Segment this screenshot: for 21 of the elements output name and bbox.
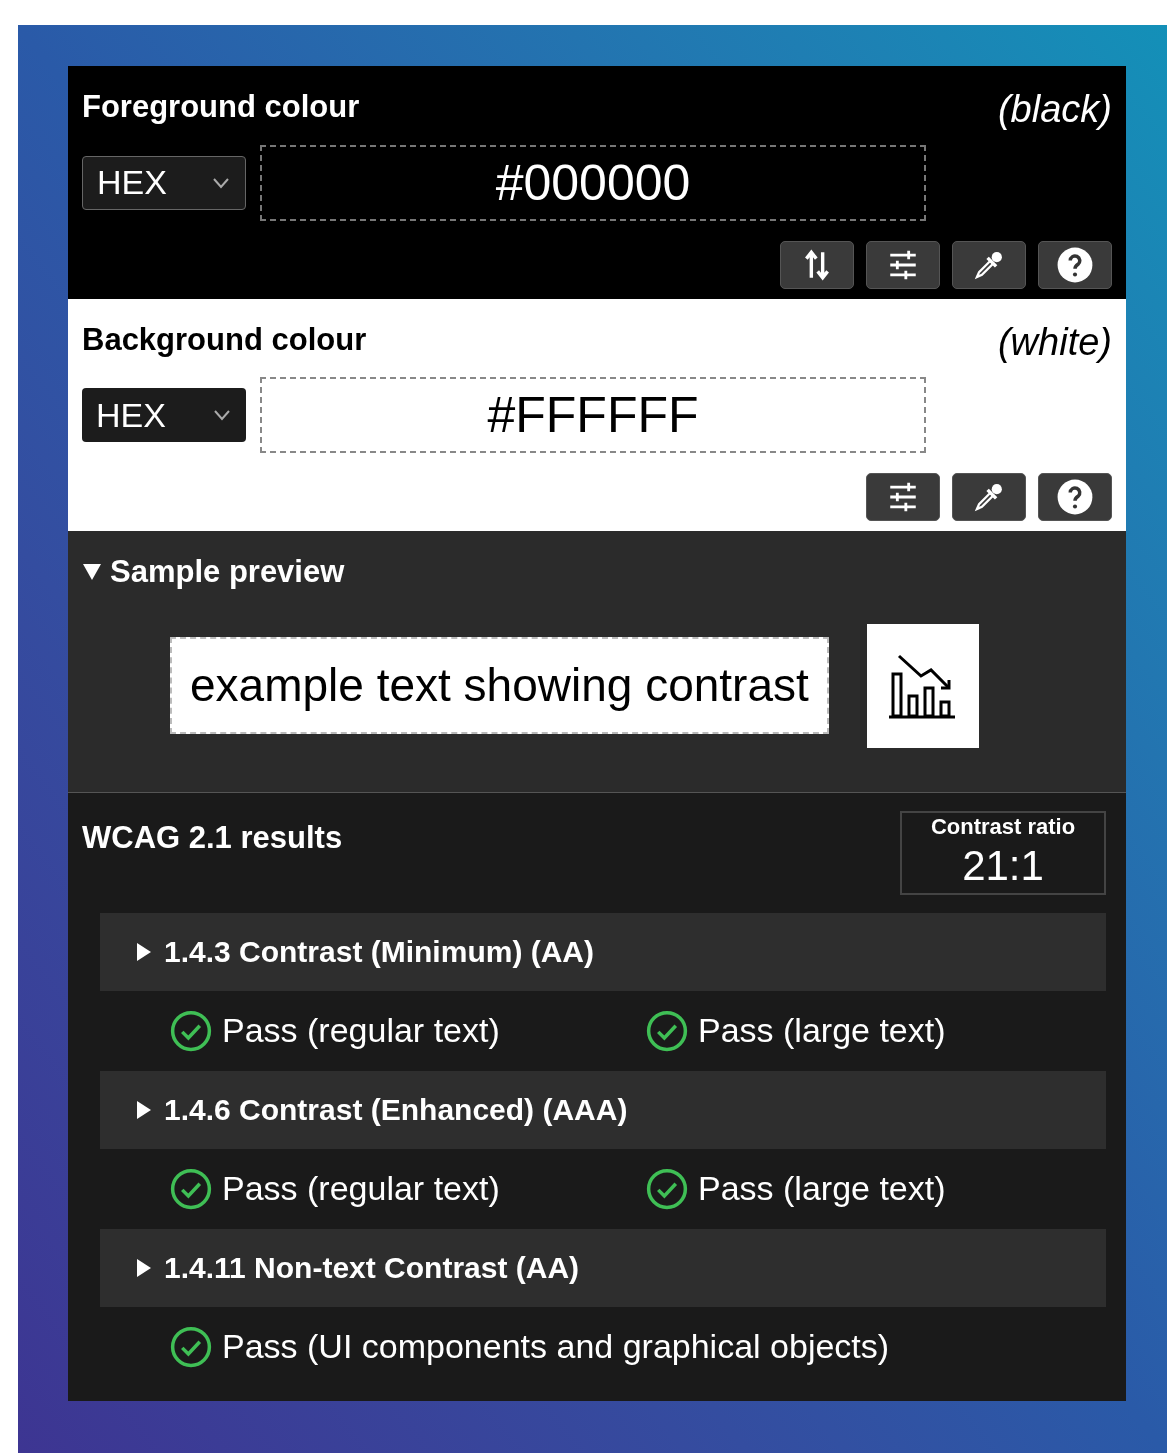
- section-title: WCAG 2.1 results: [82, 818, 343, 857]
- colour-value-field[interactable]: #000000: [260, 144, 926, 221]
- colour-name: (black): [997, 90, 1112, 128]
- format-select[interactable]: HEX: [82, 155, 246, 210]
- criterion-header[interactable]: 1.4.3 Contrast (Minimum) (AA): [100, 912, 1106, 991]
- result-label: Pass (UI components and graphical objects): [222, 1326, 890, 1367]
- result-label: Pass (regular text): [222, 1168, 500, 1209]
- colour-value-field[interactable]: #FFFFFF: [260, 377, 926, 453]
- format-select[interactable]: HEX: [82, 388, 246, 442]
- result-label: Pass (large text): [698, 1010, 946, 1051]
- result-label: Pass (regular text): [222, 1010, 500, 1051]
- colour-name: (white): [997, 322, 1112, 361]
- section-title: Foreground colour: [82, 88, 360, 126]
- section-title: Background colour: [82, 320, 367, 359]
- contrast-ratio-label: Contrast ratio: [930, 812, 1076, 840]
- result-label: Pass (large text): [698, 1168, 946, 1209]
- contrast-ratio-value: 21:1: [962, 841, 1044, 891]
- criterion-header[interactable]: 1.4.6 Contrast (Enhanced) (AAA): [100, 1070, 1106, 1149]
- preview-toggle[interactable]: Sample preview: [82, 549, 345, 596]
- sample-text: example text showing contrast: [170, 637, 829, 734]
- criterion-header[interactable]: 1.4.11 Non-text Contrast (AA): [100, 1228, 1106, 1307]
